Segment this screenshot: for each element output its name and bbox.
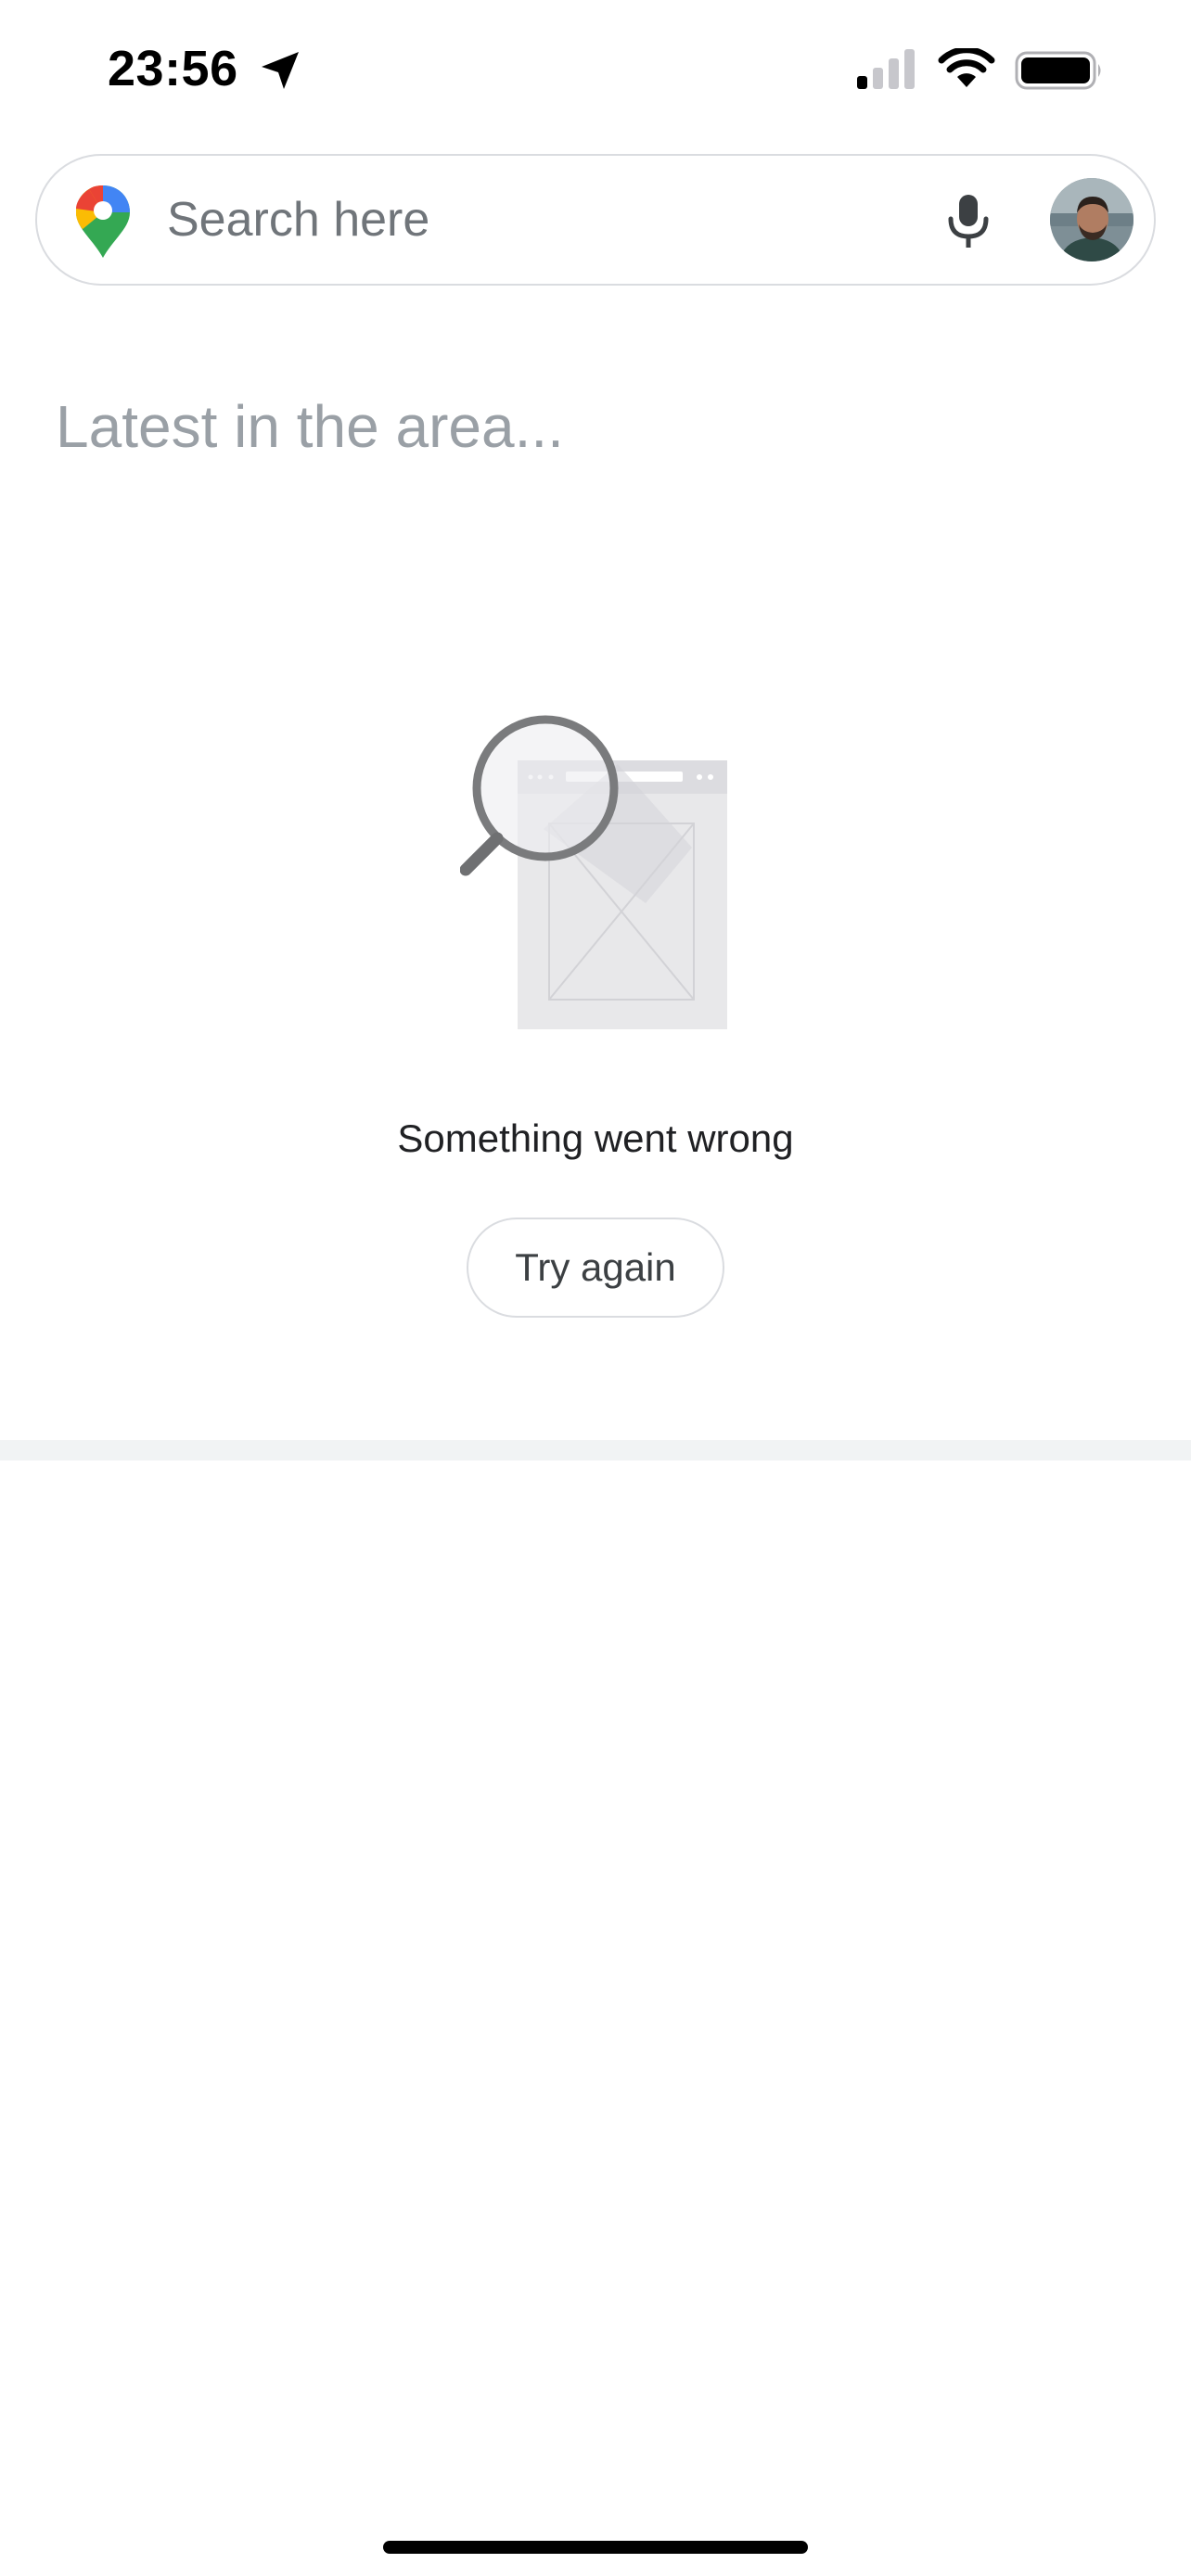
status-time: 23:56 (108, 41, 238, 96)
google-maps-pin-icon (76, 185, 130, 258)
cellular-signal-icon (857, 49, 915, 89)
microphone-icon[interactable] (935, 187, 1002, 254)
section-divider (0, 1440, 1191, 1460)
user-avatar[interactable] (1050, 178, 1133, 261)
magnifier-over-broken-page-icon (460, 715, 727, 1029)
search-input[interactable] (167, 189, 928, 250)
wifi-icon (938, 48, 995, 87)
search-bar[interactable] (35, 154, 1156, 286)
section-title: Latest in the area... (56, 393, 564, 460)
home-indicator[interactable] (383, 2541, 808, 2554)
status-bar: 23:56 (0, 0, 1191, 139)
maps-screen: 23:56 Search here Latest in the area... … (0, 0, 1191, 2576)
error-message: Something went wrong (397, 1116, 794, 1160)
try-again-button[interactable]: Try again (467, 1218, 724, 1318)
location-arrow-icon (262, 52, 299, 89)
battery-icon (1015, 51, 1101, 90)
